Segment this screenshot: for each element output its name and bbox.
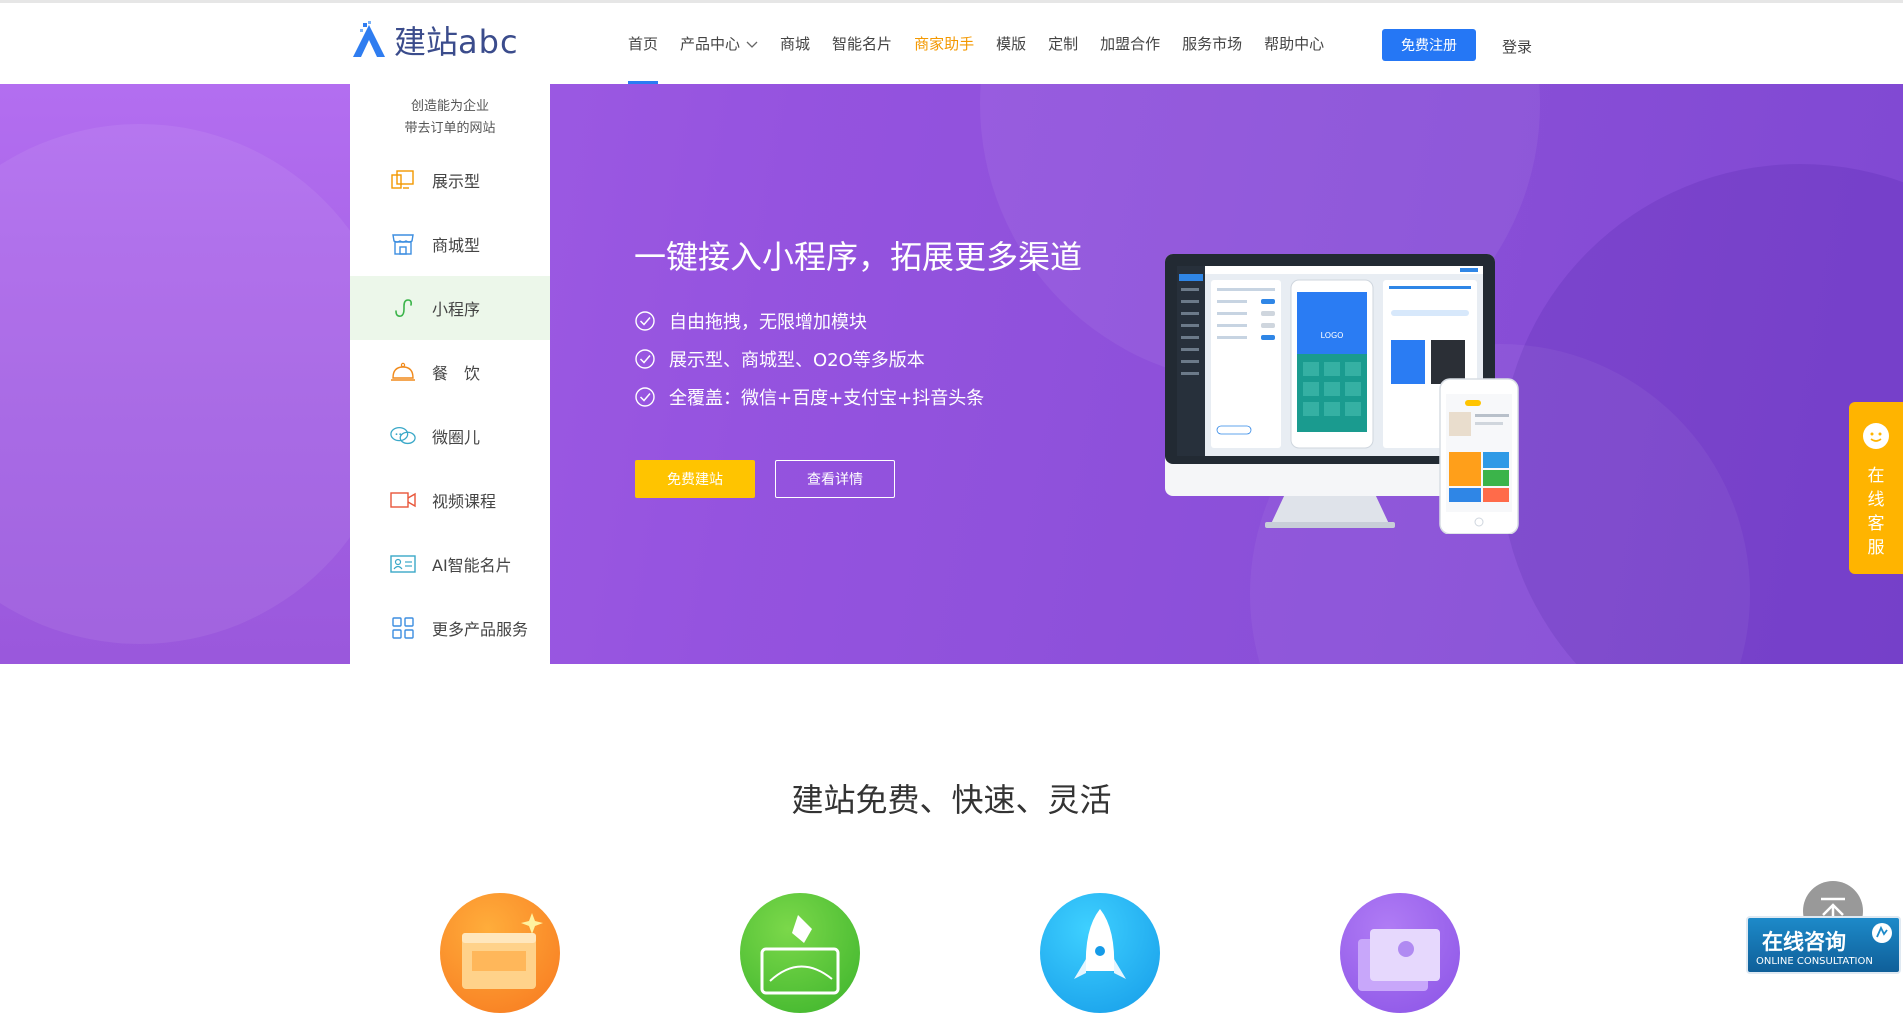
menu-item-store[interactable]: 商城型 <box>350 212 550 276</box>
logo-text: 建站abc <box>394 23 519 61</box>
service-char: 线 <box>1867 490 1885 510</box>
nav-custom[interactable]: 定制 <box>1048 3 1078 84</box>
menu-item-label: 视频课程 <box>432 492 497 511</box>
slogan-line: 创造能为企业 <box>410 99 489 114</box>
menu-item-ai-card[interactable]: AI智能名片 <box>350 532 550 596</box>
menu-item-label: 餐 饮 <box>432 364 481 383</box>
menu-item-label: 微圈儿 <box>432 428 481 447</box>
view-details-button[interactable]: 查看详情 <box>775 460 895 498</box>
rocket-feature-icon <box>1040 893 1160 1013</box>
feature-text: 自由拖拽，无限增加模块 <box>669 312 867 333</box>
chat-icon <box>390 423 416 449</box>
video-icon <box>390 487 416 513</box>
nav-mall[interactable]: 商城 <box>780 3 810 84</box>
flexible-feature-icon <box>1340 893 1460 1013</box>
product-side-menu: 创造能为企业 带去订单的网站 展示型 商城型 小程序 餐 饮 微圈儿 视频课程 … <box>350 84 550 664</box>
menu-item-label: AI智能名片 <box>432 556 512 575</box>
nav-partnership[interactable]: 加盟合作 <box>1100 3 1160 84</box>
grid-icon <box>390 615 416 641</box>
check-circle-icon <box>635 387 655 407</box>
menu-item-miniprogram[interactable]: 小程序 <box>350 276 550 340</box>
side-slogan: 创造能为企业 带去订单的网站 <box>350 84 550 148</box>
store-icon <box>390 231 416 257</box>
menu-item-catering[interactable]: 餐 饮 <box>350 340 550 404</box>
miniprogram-icon <box>390 295 416 321</box>
site-header: 建站abc 首页 产品中心 商城 智能名片 商家助手 模版 定制 加盟合作 服务… <box>0 3 1903 84</box>
login-link[interactable]: 登录 <box>1502 36 1532 57</box>
nav-products[interactable]: 产品中心 <box>680 3 758 84</box>
service-char: 客 <box>1867 514 1885 534</box>
hero-title: 一键接入小程序，拓展更多渠道 <box>634 238 1083 276</box>
consult-subtitle: ONLINE CONSULTATION <box>1756 956 1873 967</box>
menu-item-label: 商城型 <box>432 236 481 255</box>
menu-item-more-services[interactable]: 更多产品服务 <box>350 596 550 660</box>
hero-feature-item: 自由拖拽，无限增加模块 <box>634 302 984 340</box>
section-title: 建站免费、快速、灵活 <box>791 781 1112 819</box>
check-circle-icon <box>635 349 655 369</box>
chevron-down-icon <box>746 35 758 53</box>
chat-badge-icon <box>1872 923 1892 943</box>
hero-feature-item: 全覆盖：微信+百度+支付宝+抖音头条 <box>634 378 984 416</box>
main-nav: 首页 产品中心 商城 智能名片 商家助手 模版 定制 加盟合作 服务市场 帮助中… <box>628 3 1346 84</box>
menu-item-label: 更多产品服务 <box>432 620 529 639</box>
register-button[interactable]: 免费注册 <box>1382 29 1476 61</box>
feature-text: 展示型、商城型、O2O等多版本 <box>669 350 925 371</box>
free-build-button[interactable]: 免费建站 <box>635 460 755 498</box>
feature-text: 全覆盖：微信+百度+支付宝+抖音头条 <box>669 388 985 409</box>
menu-item-label: 展示型 <box>432 172 481 191</box>
nav-home[interactable]: 首页 <box>628 3 659 84</box>
nav-service-market[interactable]: 服务市场 <box>1182 3 1242 84</box>
online-service-text: 在 线 客 服 <box>1849 464 1903 560</box>
hero-feature-list: 自由拖拽，无限增加模块 展示型、商城型、O2O等多版本 全覆盖：微信+百度+支付… <box>634 302 984 416</box>
fast-feature-icon <box>740 893 860 1013</box>
consult-title: 在线咨询 <box>1762 930 1846 954</box>
nav-templates[interactable]: 模版 <box>996 3 1026 84</box>
monitor-phone-illustration: LOGO <box>1165 254 1519 535</box>
slogan-line: 带去订单的网站 <box>404 121 496 136</box>
service-char: 服 <box>1867 538 1885 558</box>
free-feature-icon <box>440 893 560 1013</box>
menu-item-weiquan[interactable]: 微圈儿 <box>350 404 550 468</box>
nav-help-center[interactable]: 帮助中心 <box>1264 3 1324 84</box>
card-icon <box>390 551 416 577</box>
service-char: 在 <box>1867 466 1885 486</box>
site-logo[interactable]: 建站abc <box>350 19 519 61</box>
logo-mark-icon <box>350 21 388 59</box>
dish-icon <box>390 359 416 385</box>
display-icon <box>390 167 416 193</box>
device-logo-text: LOGO <box>1321 331 1344 340</box>
online-service-float[interactable]: 在 线 客 服 <box>1849 402 1903 574</box>
online-consultation-button[interactable]: 在线咨询 ONLINE CONSULTATION <box>1746 916 1901 974</box>
nav-merchant-assistant[interactable]: 商家助手 <box>914 3 974 84</box>
check-circle-icon <box>635 311 655 331</box>
menu-item-label: 小程序 <box>432 300 481 319</box>
menu-item-display[interactable]: 展示型 <box>350 148 550 212</box>
device-illustration: LOGO <box>1165 254 1520 535</box>
hero-feature-item: 展示型、商城型、O2O等多版本 <box>634 340 984 378</box>
smile-face-icon <box>1863 423 1889 449</box>
nav-smart-card[interactable]: 智能名片 <box>832 3 892 84</box>
menu-item-video-course[interactable]: 视频课程 <box>350 468 550 532</box>
